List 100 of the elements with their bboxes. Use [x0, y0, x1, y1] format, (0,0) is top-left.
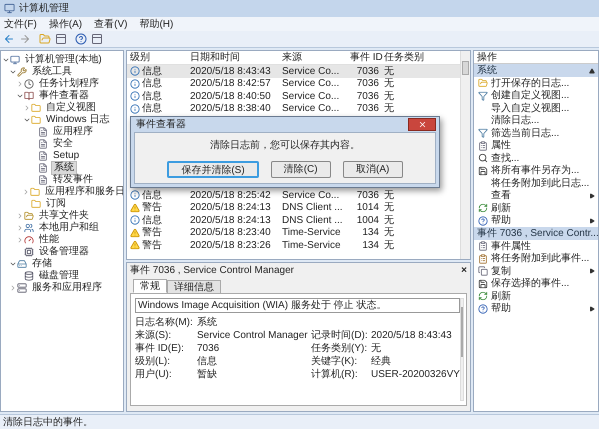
tree-item[interactable]: 任务计划程序 [37, 78, 101, 90]
action-item[interactable]: 创建自定义视图... [474, 90, 598, 102]
action-item[interactable]: 查找... [474, 152, 598, 164]
table-row[interactable]: 信息 2020/5/18 8:40:50 Service Co... 7036 无 [127, 90, 460, 102]
table-cell-text: Service Co... [282, 188, 340, 202]
action-item[interactable]: 将任务附加到此事件... [474, 252, 598, 265]
table-row[interactable]: 信息 2020/5/18 8:43:43 Service Co... 7036 无 [127, 65, 460, 78]
field-value: 信息 [197, 354, 218, 368]
table-row[interactable]: 警告 2020/5/18 8:24:13 DNS Client ... 1014 无 [127, 202, 460, 214]
table-row[interactable]: 信息 2020/5/18 8:24:13 DNS Client ... 1004 无 [127, 214, 460, 226]
action-item[interactable]: 帮助 [474, 302, 598, 315]
menu-item[interactable]: 帮助(H) [139, 16, 174, 32]
column-header[interactable]: 事件 ID [350, 50, 384, 65]
tree-item[interactable]: 本地用户和组 [37, 222, 101, 234]
panel-icon[interactable] [91, 33, 103, 45]
close-button[interactable] [408, 118, 436, 131]
warning-icon [130, 228, 140, 238]
tree-item[interactable]: 安全 [51, 138, 75, 150]
column-header[interactable]: 日期和时间 [190, 50, 282, 65]
tree-item[interactable]: Windows 日志 [44, 114, 112, 126]
tab[interactable]: 常规 [133, 279, 167, 293]
field-label: 任务类别(Y): [311, 342, 368, 356]
tree-item[interactable]: 计算机管理(本地) [23, 54, 104, 66]
action-item[interactable]: 帮助 [474, 214, 598, 227]
dialog-button[interactable]: 保存并清除(S) [167, 161, 259, 178]
scrollbar[interactable] [460, 298, 464, 401]
table-row[interactable]: 信息 2020/5/18 8:38:40 Service Co... 7036 无 [127, 102, 460, 115]
column-header[interactable]: 来源 [282, 50, 350, 65]
table-row[interactable]: 信息 2020/5/18 8:42:57 Service Co... 7036 无 [127, 78, 460, 90]
action-item[interactable]: 保存选择的事件... [474, 278, 598, 290]
computer-icon [4, 3, 15, 14]
collapsed-caret-icon[interactable] [22, 188, 30, 196]
expanded-caret-icon[interactable] [2, 56, 10, 64]
forward-icon[interactable] [19, 33, 31, 45]
table-row[interactable]: 警告 2020/5/18 8:23:26 Time-Service 134 无 [127, 239, 460, 252]
table-cell-text: DNS Client ... [282, 214, 344, 228]
back-icon[interactable] [3, 33, 15, 45]
dialog-button[interactable]: 清除(C) [270, 161, 331, 178]
tree-item[interactable]: 磁盘管理 [37, 270, 81, 282]
field-value: 经典 [371, 354, 391, 369]
action-item[interactable]: 将所有事件另存为... [474, 164, 598, 177]
table-cell-text: 1014 [356, 201, 380, 216]
tree-item[interactable]: 自定义视图 [44, 102, 98, 114]
dialog-button[interactable]: 取消(A) [342, 161, 403, 178]
action-item[interactable]: 将任务附加到此日志... [474, 177, 598, 190]
document-icon [38, 175, 48, 185]
column-header[interactable]: 级别 [130, 50, 190, 65]
tree-item[interactable]: 性能 [37, 234, 61, 246]
folder-icon[interactable] [39, 33, 51, 45]
tree-item[interactable]: 应用程序和服务日 [43, 186, 123, 198]
expanded-caret-icon[interactable] [8, 68, 16, 76]
panel-icon[interactable] [55, 33, 67, 45]
column-header[interactable]: 任务类别 [384, 50, 424, 65]
tree-item[interactable]: 应用程序 [51, 126, 95, 138]
tree-item[interactable]: 事件查看器 [37, 90, 91, 102]
folder-icon [478, 78, 488, 88]
tree-item[interactable]: 系统 [51, 161, 77, 175]
action-item[interactable]: 属性 [474, 140, 598, 152]
field-value: USER-20200326VY [371, 368, 460, 382]
action-item[interactable]: 筛选当前日志... [474, 127, 598, 140]
table-row[interactable]: 警告 2020/5/18 8:23:40 Time-Service 134 无 [127, 226, 460, 239]
scrollbar[interactable] [460, 51, 470, 259]
submenu-arrow-icon [589, 268, 595, 274]
chip-icon [24, 247, 34, 257]
tree-item[interactable]: 存储 [30, 258, 54, 270]
task-icon [478, 254, 488, 264]
table-cell-text: Service Co... [282, 102, 340, 116]
tree-item[interactable]: 服务和应用程序 [30, 282, 104, 294]
table-row[interactable]: 信息 2020/5/18 8:25:42 Service Co... 7036 无 [127, 189, 460, 202]
action-item[interactable]: 查看 [474, 190, 598, 202]
expanded-caret-icon[interactable] [8, 260, 16, 268]
table-cell-text: 警告 [142, 238, 162, 253]
filter-icon [478, 90, 488, 101]
expanded-caret-icon[interactable] [16, 92, 24, 100]
tree-item[interactable]: 共享文件夹 [37, 210, 91, 222]
tree-item[interactable]: Setup [51, 150, 82, 162]
action-item[interactable]: 事件属性 [474, 240, 598, 252]
action-item[interactable]: 打开保存的日志... [474, 77, 598, 90]
action-item[interactable]: 复制 [474, 265, 598, 278]
tree-item[interactable]: 订阅 [44, 198, 68, 210]
help-icon[interactable] [75, 33, 87, 45]
action-item[interactable]: 导入自定义视图... [474, 102, 598, 114]
info-icon [130, 215, 140, 226]
action-item[interactable]: 刷新 [474, 202, 598, 214]
action-item[interactable]: 清除日志... [474, 114, 598, 127]
close-button[interactable]: × [461, 262, 467, 278]
tree-item[interactable]: 系统工具 [30, 66, 74, 78]
menu-item[interactable]: 文件(F) [4, 16, 37, 32]
tree-item[interactable]: 设备管理器 [37, 246, 91, 258]
tab[interactable]: 详细信息 [167, 280, 221, 294]
folder-icon [31, 103, 41, 113]
gauge-icon [24, 235, 34, 245]
section-header[interactable]: 系统 [474, 64, 598, 77]
table-cell-text: 2020/5/18 8:25:42 [190, 188, 272, 202]
menu-item[interactable]: 操作(A) [48, 16, 82, 32]
table-cell-text: 信息 [142, 214, 162, 226]
expanded-caret-icon[interactable] [22, 116, 30, 124]
tree-item[interactable]: 转发事件 [51, 174, 95, 186]
menu-item[interactable]: 查看(V) [94, 16, 128, 32]
action-item[interactable]: 刷新 [474, 290, 598, 302]
